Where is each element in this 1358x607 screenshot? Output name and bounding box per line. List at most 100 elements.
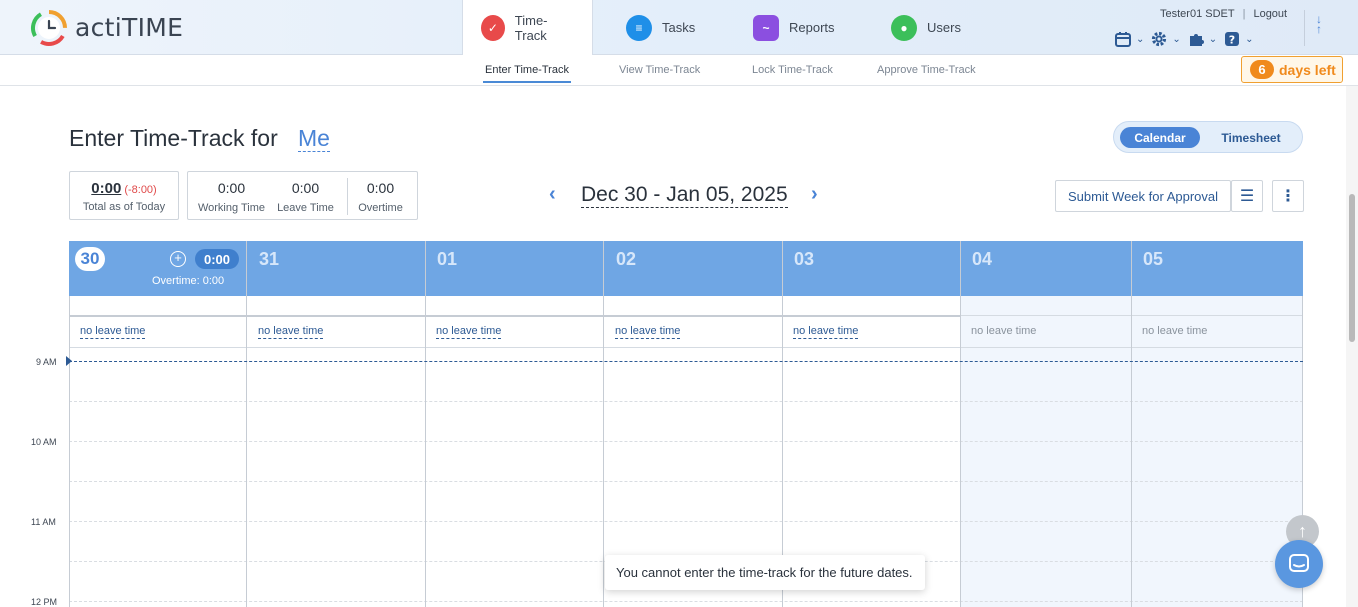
subtab-approve-time-track[interactable]: Approve Time-Track bbox=[877, 64, 976, 76]
timesheet-view-button[interactable]: Timesheet bbox=[1210, 127, 1292, 148]
grid-line bbox=[69, 401, 1303, 402]
collapse-header-icon[interactable]: ↓ ↑ bbox=[1316, 13, 1322, 35]
day-number: 31 bbox=[259, 249, 280, 269]
working-time-cell: 0:00 Working Time bbox=[193, 180, 270, 214]
calendar-icon bbox=[1115, 32, 1131, 47]
week-range-selector[interactable]: Dec 30 - Jan 05, 2025 bbox=[581, 182, 788, 208]
time-track-icon: ✓ bbox=[481, 15, 505, 41]
day-header-02: 02 bbox=[604, 241, 782, 296]
submit-week-button[interactable]: Submit Week for Approval bbox=[1055, 180, 1231, 212]
calendar-menu[interactable]: ⌄ bbox=[1114, 30, 1144, 48]
working-time-label: Working Time bbox=[197, 202, 266, 214]
tab-tasks[interactable]: ≡ Tasks bbox=[608, 0, 713, 55]
view-toggle: Calendar Timesheet bbox=[1113, 121, 1303, 153]
leave-time-link[interactable]: no leave time bbox=[436, 325, 502, 339]
user-separator: | bbox=[1242, 8, 1246, 20]
sub-navigation: Enter Time-Track View Time-Track Lock Ti… bbox=[0, 55, 1358, 86]
next-week-button[interactable]: › bbox=[811, 183, 818, 206]
subtab-view-time-track[interactable]: View Time-Track bbox=[619, 64, 700, 76]
day-number: 01 bbox=[437, 249, 458, 269]
day-header-31: 31 bbox=[247, 241, 425, 296]
current-time-line bbox=[69, 361, 1303, 362]
day-number: 02 bbox=[616, 249, 637, 269]
leave-time-link[interactable]: no leave time bbox=[615, 325, 681, 339]
column-divider bbox=[246, 241, 247, 607]
overtime-cell: 0:00 Overtime bbox=[342, 180, 419, 214]
leave-time-link[interactable]: no leave time bbox=[793, 325, 859, 339]
day-overtime: Overtime: 0:00 bbox=[152, 275, 225, 287]
current-time-marker-icon bbox=[66, 356, 72, 366]
page-title: Enter Time-Track for bbox=[69, 125, 278, 151]
more-vertical-icon: ⋮ bbox=[1280, 188, 1296, 205]
chevron-down-icon: ⌄ bbox=[1172, 33, 1181, 45]
hour-label: 10 AM bbox=[31, 437, 57, 447]
time-breakdown-summary: 0:00 Working Time 0:00 Leave Time 0:00 O… bbox=[187, 171, 418, 220]
addons-menu[interactable]: ⌄ bbox=[1187, 30, 1217, 48]
help-menu[interactable]: ? ⌄ bbox=[1223, 30, 1254, 48]
app-name: actiTIME bbox=[75, 13, 184, 42]
subtab-enter-time-track[interactable]: Enter Time-Track bbox=[483, 64, 571, 83]
working-time-value: 0:00 bbox=[217, 180, 246, 196]
leave-time-label: no leave time bbox=[971, 325, 1037, 337]
arrow-up-icon: ↑ bbox=[1298, 521, 1307, 541]
chevron-down-icon: ⌄ bbox=[1245, 33, 1254, 45]
svg-text:?: ? bbox=[1229, 34, 1235, 47]
tab-label: Users bbox=[927, 20, 961, 35]
column-divider bbox=[960, 241, 961, 607]
list-view-button[interactable]: ☰ bbox=[1231, 180, 1263, 212]
overtime-value: 0:00 bbox=[366, 180, 395, 196]
subtab-lock-time-track[interactable]: Lock Time-Track bbox=[752, 64, 833, 76]
tab-label: Time-Track bbox=[514, 13, 548, 43]
leave-time-link[interactable]: no leave time bbox=[80, 325, 146, 339]
logout-link[interactable]: Logout bbox=[1253, 8, 1287, 20]
add-time-icon[interactable]: + bbox=[170, 251, 186, 267]
info-toast: You cannot enter the time-track for the … bbox=[605, 555, 925, 590]
user-info: Tester01 SDET | Logout bbox=[1160, 8, 1287, 20]
actitime-logo-icon[interactable] bbox=[30, 9, 68, 47]
settings-menu[interactable]: ⌄ bbox=[1150, 30, 1181, 48]
chat-icon bbox=[1289, 554, 1309, 572]
chevron-down-icon: ⌄ bbox=[1208, 33, 1218, 45]
overtime-label: Overtime bbox=[358, 202, 403, 214]
trial-badge[interactable]: 6 days left bbox=[1241, 56, 1343, 83]
chat-button[interactable] bbox=[1275, 540, 1323, 588]
column-divider bbox=[603, 241, 604, 607]
day-number: 30 bbox=[75, 247, 105, 271]
users-icon: ● bbox=[891, 14, 917, 41]
calendar-view-button[interactable]: Calendar bbox=[1120, 127, 1200, 148]
header-tools: ⌄ ⌄ ⌄ ? ⌄ bbox=[1114, 30, 1254, 48]
total-summary: 0:00 (-8:00) Total as of Today bbox=[69, 171, 179, 220]
puzzle-icon bbox=[1189, 34, 1204, 46]
grid-line bbox=[69, 601, 1303, 602]
day-header-03: 03 bbox=[782, 241, 960, 296]
leave-time-link[interactable]: no leave time bbox=[258, 325, 324, 339]
list-icon: ☰ bbox=[1239, 188, 1255, 205]
day-header-05: 05 bbox=[1131, 241, 1303, 296]
previous-week-button[interactable]: ‹ bbox=[549, 183, 556, 206]
day-header-01: 01 bbox=[425, 241, 604, 296]
scrollbar-thumb[interactable] bbox=[1349, 194, 1355, 342]
total-diff: (-8:00) bbox=[124, 184, 157, 196]
leave-time-label: no leave time bbox=[1142, 325, 1208, 337]
column-divider bbox=[1131, 241, 1132, 607]
leave-time-label: Leave Time bbox=[277, 202, 334, 214]
tab-label: Tasks bbox=[662, 20, 696, 35]
reports-icon: ~ bbox=[753, 14, 779, 41]
leave-time-value: 0:00 bbox=[291, 180, 320, 196]
header-divider bbox=[1304, 10, 1305, 46]
tab-time-track[interactable]: ✓ Time-Track bbox=[462, 0, 593, 56]
page-scrollbar[interactable] bbox=[1346, 86, 1358, 607]
user-name[interactable]: Tester01 SDET bbox=[1160, 8, 1235, 20]
column-divider bbox=[782, 241, 783, 607]
total-value: 0:00 (-8:00) bbox=[70, 180, 178, 197]
day-total: 0:00 bbox=[195, 249, 239, 269]
column-divider bbox=[69, 296, 70, 607]
day-number: 05 bbox=[1143, 249, 1164, 269]
tab-reports[interactable]: ~ Reports bbox=[735, 0, 853, 55]
more-options-button[interactable]: ⋮ bbox=[1272, 180, 1304, 212]
user-selector-link[interactable]: Me bbox=[298, 125, 330, 152]
tab-users[interactable]: ● Users bbox=[873, 0, 979, 55]
chevron-down-icon: ⌄ bbox=[1136, 33, 1145, 45]
tasks-icon: ≡ bbox=[626, 14, 652, 41]
tab-label: Reports bbox=[789, 20, 835, 35]
